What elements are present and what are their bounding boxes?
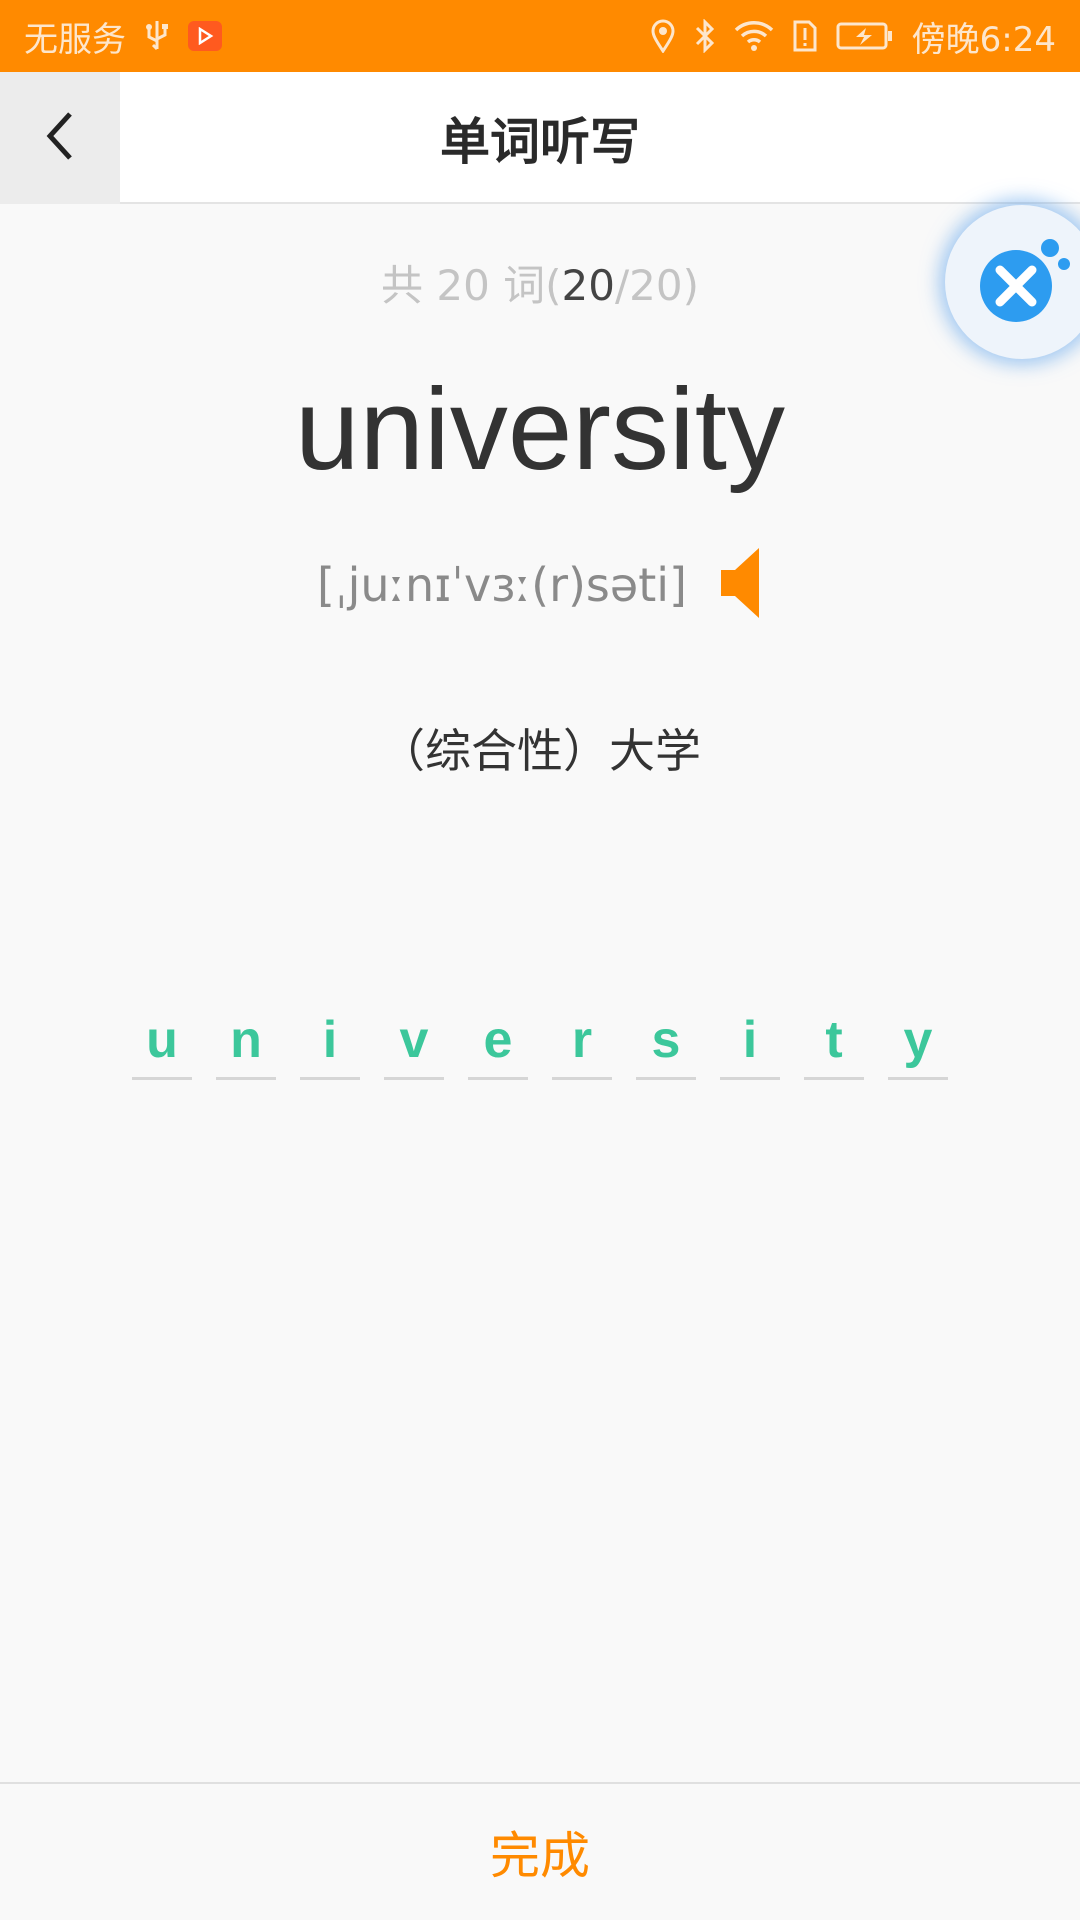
- letter-slot[interactable]: u: [132, 1010, 192, 1080]
- word-text: university: [295, 364, 785, 494]
- letter-slot[interactable]: i: [300, 1010, 360, 1080]
- battery-icon: [836, 21, 894, 51]
- speaker-icon[interactable]: [717, 544, 763, 626]
- location-icon: [650, 19, 676, 53]
- counter-prefix: 共 20 词(: [381, 261, 562, 310]
- page-title: 单词听写: [440, 113, 640, 171]
- done-button[interactable]: 完成: [490, 1816, 590, 1888]
- letter-slot[interactable]: r: [552, 1010, 612, 1080]
- usb-icon: [144, 19, 170, 53]
- status-left: 无服务: [24, 12, 222, 61]
- letter-slot[interactable]: y: [888, 1010, 948, 1080]
- word-counter: 共 20 词(20/20): [0, 252, 1080, 313]
- sim-alert-icon: [792, 19, 818, 53]
- letter-slot[interactable]: t: [804, 1010, 864, 1080]
- word-meaning: （综合性）大学: [379, 724, 701, 778]
- wifi-icon: [734, 20, 774, 52]
- back-button[interactable]: [0, 72, 120, 204]
- clock-text: 傍晚6:24: [911, 19, 1056, 60]
- counter-suffix: /20): [615, 261, 699, 310]
- letter-slot[interactable]: e: [468, 1010, 528, 1080]
- phonetic-row: [ˌjuːnɪˈvɜː(r)səti]: [0, 540, 1080, 630]
- letter-slot[interactable]: v: [384, 1010, 444, 1080]
- letter-slot[interactable]: s: [636, 1010, 696, 1080]
- status-right: 傍晚6:24: [650, 12, 1056, 61]
- carrier-text: 无服务: [24, 19, 126, 60]
- status-bar: 无服务 傍晚6:24: [0, 0, 1080, 72]
- bottom-bar: 完成: [0, 1782, 1080, 1920]
- app-header: 单词听写: [0, 72, 1080, 204]
- app-badge-icon: [188, 21, 222, 51]
- counter-current: 20: [561, 261, 615, 310]
- bluetooth-icon: [694, 19, 716, 53]
- letter-slot[interactable]: n: [216, 1010, 276, 1080]
- answer-letters: u n i v e r s i t y: [132, 1010, 948, 1080]
- phonetic-text: [ˌjuːnɪˈvɜː(r)səti]: [317, 558, 687, 612]
- letter-slot[interactable]: i: [720, 1010, 780, 1080]
- back-arrow-icon: [42, 110, 78, 166]
